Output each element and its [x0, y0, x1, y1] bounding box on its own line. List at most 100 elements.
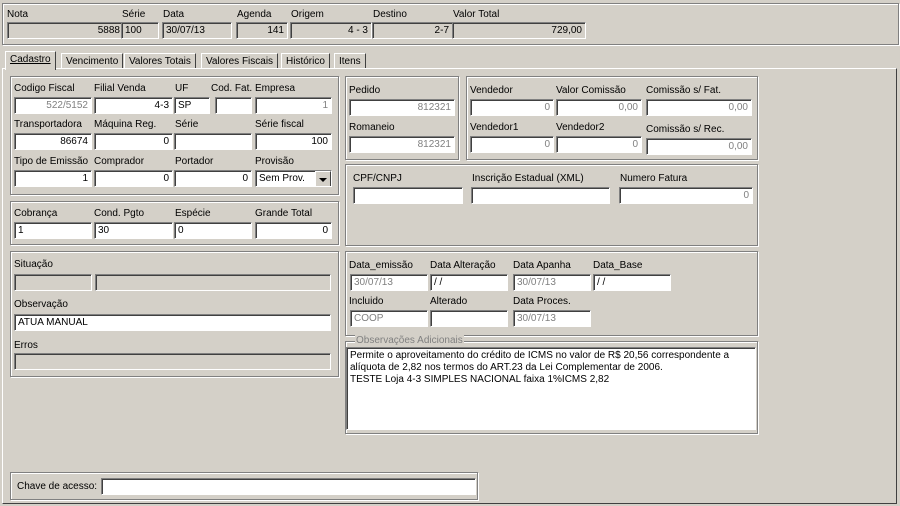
- serie-field[interactable]: [174, 133, 252, 150]
- data-emissao-field[interactable]: 30/07/13: [350, 274, 428, 291]
- tab-label: Itens: [339, 56, 361, 67]
- vendedor1-label: Vendedor1: [470, 122, 519, 133]
- grande-total-label: Grande Total: [255, 208, 313, 219]
- header-serie-label: Série: [122, 9, 146, 20]
- destino-label: Destino: [373, 9, 407, 20]
- transportadora-field[interactable]: 86674: [14, 133, 92, 150]
- tab-itens[interactable]: Itens: [334, 53, 366, 69]
- serie-fiscal-field[interactable]: 100: [255, 133, 332, 150]
- destino-field[interactable]: 2-7: [372, 22, 453, 39]
- inscricao-label: Inscrição Estadual (XML): [472, 173, 584, 184]
- cond-pgto-field[interactable]: 30: [94, 222, 173, 239]
- tab-label: Cadastro: [10, 54, 51, 65]
- numero-fatura-label: Numero Fatura: [620, 173, 688, 184]
- comissao-fat-label: Comissão s/ Fat.: [646, 85, 722, 96]
- data-field[interactable]: 30/07/13: [162, 22, 232, 39]
- situacao-label: Situação: [14, 259, 53, 270]
- data-apanha-field[interactable]: 30/07/13: [513, 274, 591, 291]
- agenda-field[interactable]: 141: [236, 22, 288, 39]
- valor-comissao-field[interactable]: 0,00: [556, 99, 642, 116]
- obs-adicionais-textarea[interactable]: Permite o aproveitamento do crédito de I…: [346, 347, 756, 430]
- comprador-field[interactable]: 0: [94, 170, 173, 187]
- cpf-cnpj-field[interactable]: [353, 187, 463, 204]
- obs-adicionais-label: Observações Adicionais: [355, 335, 464, 346]
- provisao-value: Sem Prov.: [259, 173, 305, 184]
- valor-total-field[interactable]: 729,00: [452, 22, 586, 39]
- filial-venda-field[interactable]: 4-3: [94, 97, 173, 114]
- nota-field[interactable]: 5888: [7, 22, 124, 39]
- data-label: Data: [163, 9, 185, 20]
- tab-valores-totais[interactable]: Valores Totais: [124, 53, 196, 69]
- situacao-code-field[interactable]: [14, 274, 92, 291]
- tab-valores-fiscais[interactable]: Valores Fiscais: [201, 53, 279, 69]
- alterado-field[interactable]: [430, 310, 508, 327]
- romaneio-field[interactable]: 812321: [349, 136, 455, 153]
- maquina-reg-field[interactable]: 0: [94, 133, 173, 150]
- tab-cadastro[interactable]: Cadastro: [5, 51, 56, 70]
- data-proces-field[interactable]: 30/07/13: [513, 310, 591, 327]
- maquina-reg-label: Máquina Reg.: [94, 119, 157, 130]
- obs-line: Permite o aproveitamento do crédito de I…: [350, 350, 730, 361]
- erros-field[interactable]: [14, 353, 331, 370]
- chave-acesso-field[interactable]: [101, 478, 476, 495]
- serie-label: Série: [175, 119, 199, 130]
- comissao-fat-field[interactable]: 0,00: [646, 99, 752, 116]
- data-base-label: Data_Base: [593, 260, 643, 271]
- pedido-field[interactable]: 812321: [349, 99, 455, 116]
- especie-field[interactable]: 0: [174, 222, 252, 239]
- empresa-label: Empresa: [255, 83, 296, 94]
- tab-label: Vencimento: [66, 56, 119, 67]
- vendedor-field[interactable]: 0: [470, 99, 554, 116]
- header-serie-field[interactable]: 100: [121, 22, 159, 39]
- agenda-label: Agenda: [237, 9, 272, 20]
- serie-fiscal-label: Série fiscal: [255, 119, 304, 130]
- alterado-label: Alterado: [430, 296, 468, 307]
- vendedor2-label: Vendedor2: [556, 122, 605, 133]
- origem-field[interactable]: 4 - 3: [290, 22, 372, 39]
- vendedor2-field[interactable]: 0: [556, 136, 642, 153]
- portador-field[interactable]: 0: [174, 170, 252, 187]
- romaneio-label: Romaneio: [349, 122, 395, 133]
- comissao-rec-field[interactable]: 0,00: [646, 138, 752, 155]
- vendedor1-field[interactable]: 0: [470, 136, 554, 153]
- erros-label: Erros: [14, 340, 38, 351]
- empresa-field[interactable]: 1: [255, 97, 332, 114]
- data-base-field[interactable]: / /: [593, 274, 671, 291]
- chevron-down-icon[interactable]: [315, 171, 331, 186]
- codigo-fiscal-field[interactable]: 522/5152: [14, 97, 92, 114]
- pedido-label: Pedido: [349, 85, 381, 96]
- situacao-desc-field[interactable]: [95, 274, 331, 291]
- data-proces-label: Data Proces.: [513, 296, 571, 307]
- uf-label: UF: [175, 83, 189, 94]
- cobranca-label: Cobrança: [14, 208, 58, 219]
- tab-label: Valores Fiscais: [206, 56, 274, 67]
- observacao-label: Observação: [14, 299, 68, 310]
- observacao-field[interactable]: ATUA MANUAL: [14, 314, 331, 331]
- provisao-select[interactable]: Sem Prov.: [255, 170, 332, 187]
- numero-fatura-field[interactable]: 0: [619, 187, 753, 204]
- tipo-emissao-field[interactable]: 1: [14, 170, 92, 187]
- comissao-rec-label: Comissão s/ Rec.: [646, 124, 725, 135]
- especie-label: Espécie: [175, 208, 211, 219]
- provisao-label: Provisão: [255, 156, 294, 167]
- inscricao-field[interactable]: [471, 187, 610, 204]
- tab-historico[interactable]: Histórico: [281, 53, 330, 69]
- grande-total-field[interactable]: 0: [255, 222, 332, 239]
- cod-fat-field[interactable]: [215, 97, 252, 114]
- data-emissao-label: Data_emissão: [349, 260, 413, 271]
- tab-vencimento[interactable]: Vencimento: [61, 53, 124, 69]
- filial-venda-label: Filial Venda: [94, 83, 146, 94]
- transportadora-label: Transportadora: [14, 119, 82, 130]
- data-alteracao-field[interactable]: / /: [430, 274, 508, 291]
- valor-total-label: Valor Total: [453, 9, 500, 20]
- incluido-field[interactable]: COOP: [350, 310, 428, 327]
- uf-field[interactable]: SP: [174, 97, 210, 114]
- cobranca-field[interactable]: 1: [14, 222, 92, 239]
- cpf-cnpj-label: CPF/CNPJ: [353, 173, 402, 184]
- cod-fat-label: Cod. Fat.: [211, 83, 253, 94]
- data-alteracao-label: Data Alteração: [430, 260, 496, 271]
- obs-line: TESTE Loja 4-3 SIMPLES NACIONAL faixa 1%…: [350, 374, 610, 385]
- chave-acesso-label: Chave de acesso:: [17, 481, 98, 492]
- portador-label: Portador: [175, 156, 214, 167]
- tipo-emissao-label: Tipo de Emissão: [14, 156, 89, 167]
